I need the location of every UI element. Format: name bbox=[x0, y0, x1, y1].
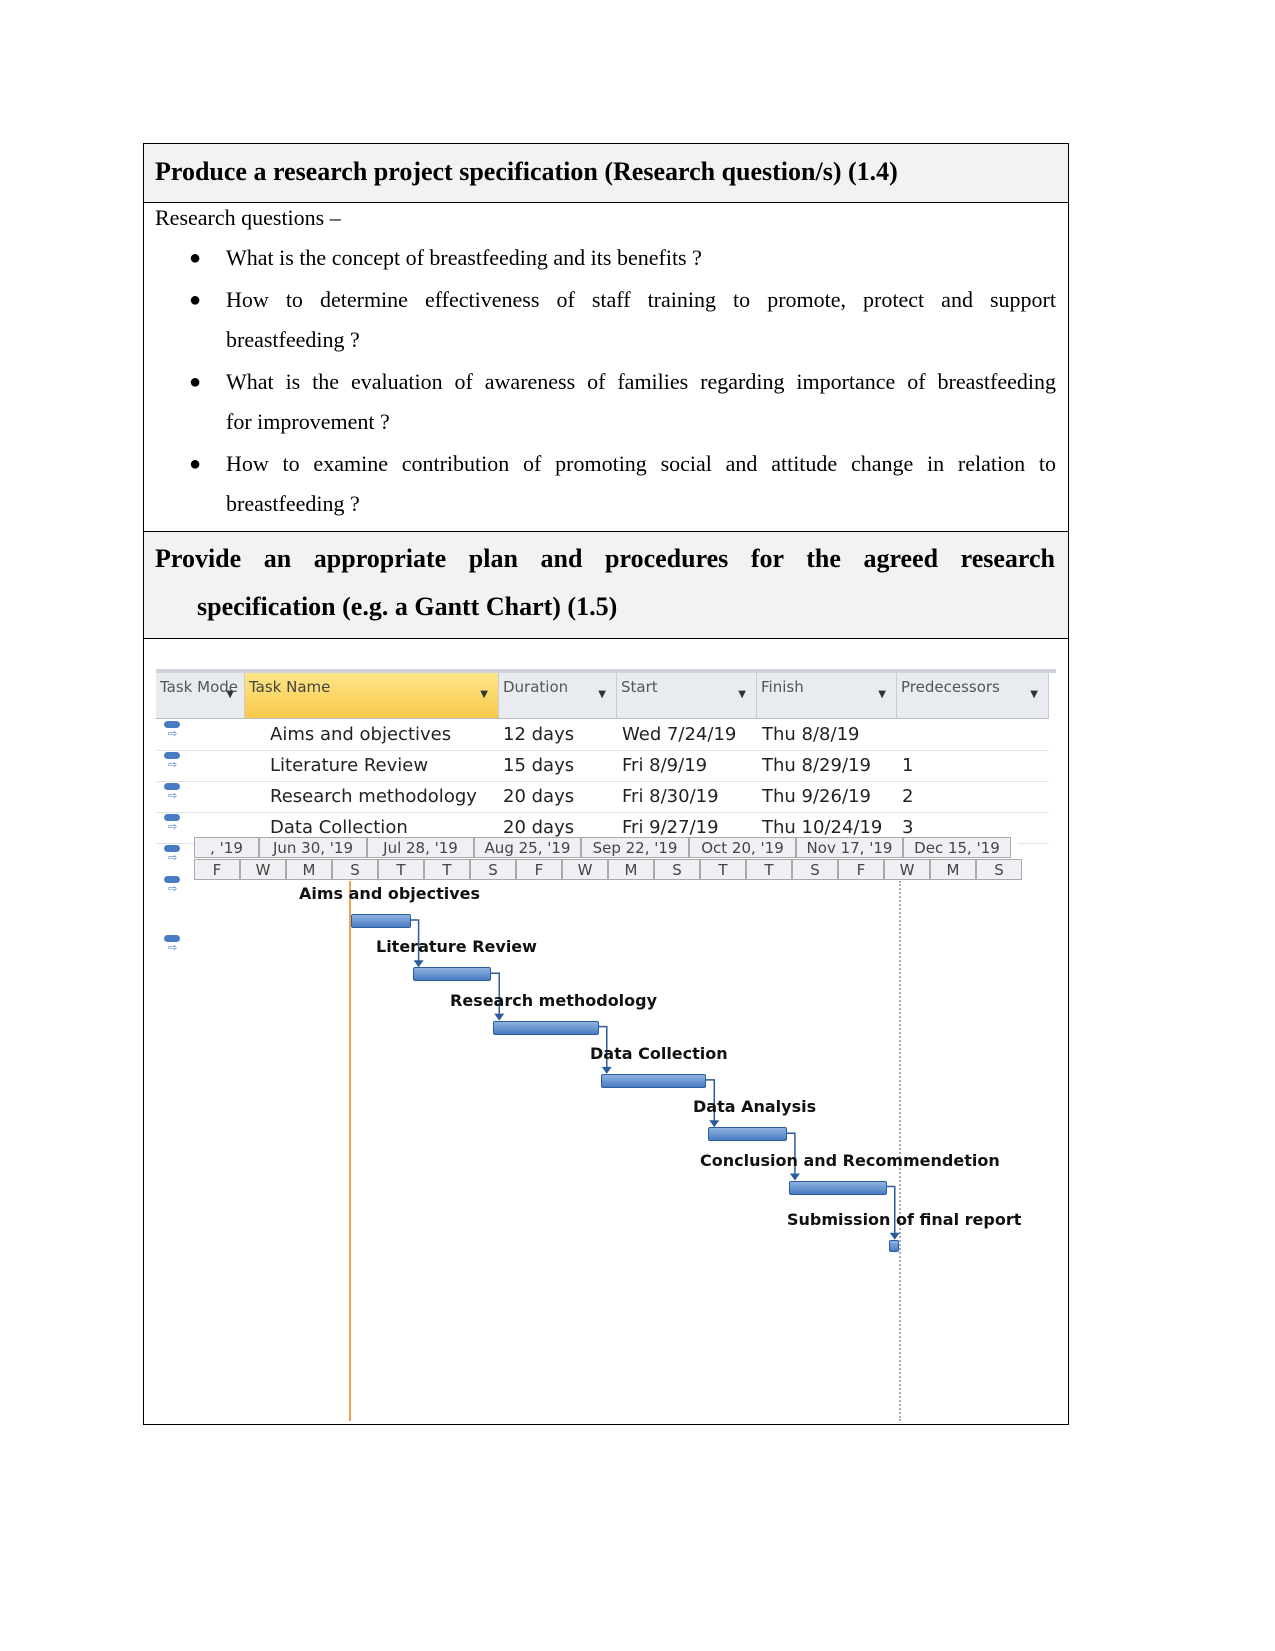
task-bar-label: Conclusion and Recommendetion bbox=[700, 1150, 1000, 1170]
section-heading-plan: Provide an appropriate plan and procedur… bbox=[144, 532, 1068, 639]
dependency-arrow-icon bbox=[889, 1232, 900, 1240]
intro-text: Research questions – bbox=[155, 205, 341, 230]
task-bar[interactable] bbox=[888, 1239, 899, 1252]
task-bar[interactable] bbox=[708, 1127, 788, 1142]
question-4-cont: breastfeeding ? bbox=[226, 491, 360, 516]
bullet-icon: ● bbox=[189, 371, 202, 393]
task-bar-label: Research methodology bbox=[450, 990, 658, 1010]
specification-table: Produce a research project specification… bbox=[143, 143, 1069, 1425]
heading-line-1: Provide an appropriate plan and procedur… bbox=[155, 544, 1055, 573]
question-3: What is the evaluation of awareness of f… bbox=[226, 369, 1056, 394]
question-3-cont: for improvement ? bbox=[226, 409, 390, 434]
document-page: Produce a research project specification… bbox=[0, 0, 1275, 1651]
bullet-icon: ● bbox=[189, 247, 202, 269]
question-2: How to determine effectiveness of staff … bbox=[226, 287, 1056, 312]
heading-line-2: specification (e.g. a Gantt Chart) (1.5) bbox=[197, 592, 618, 621]
task-bar-label: Data Analysis bbox=[693, 1097, 817, 1117]
bullet-icon: ● bbox=[189, 289, 202, 311]
heading-text: Produce a research project specification… bbox=[155, 157, 898, 186]
dependency-arrow-icon bbox=[601, 1066, 612, 1074]
question-2-cont: breastfeeding ? bbox=[226, 327, 360, 352]
task-bar-label: Submission of final report bbox=[787, 1209, 1022, 1229]
task-bar-label: Literature Review bbox=[376, 937, 537, 957]
dependency-arrow-icon bbox=[789, 1173, 800, 1181]
dependency-arrow-icon bbox=[709, 1120, 720, 1128]
task-bar-label: Data Collection bbox=[590, 1043, 728, 1063]
task-bar[interactable] bbox=[600, 1073, 707, 1088]
task-bar[interactable] bbox=[788, 1180, 887, 1195]
task-bar-label: Aims and objectives bbox=[299, 884, 481, 903]
gantt-chart-image: Task Mode ▼ Task Name ▼ Duration ▼ Start ▼ F… bbox=[156, 669, 1056, 1421]
research-questions-cell: Research questions – ● What is the conce… bbox=[144, 203, 1068, 532]
bullet-icon: ● bbox=[189, 453, 202, 475]
task-bar[interactable] bbox=[493, 1020, 599, 1035]
section-heading-research-spec: Produce a research project specification… bbox=[144, 144, 1068, 203]
dependency-arrow-icon bbox=[413, 960, 424, 968]
dependency-arrow-icon bbox=[494, 1013, 505, 1021]
question-4: How to examine contribution of promoting… bbox=[226, 451, 1056, 476]
task-bar[interactable] bbox=[412, 967, 492, 982]
task-bar[interactable] bbox=[351, 914, 411, 928]
question-1: What is the concept of breastfeeding and… bbox=[226, 245, 702, 270]
